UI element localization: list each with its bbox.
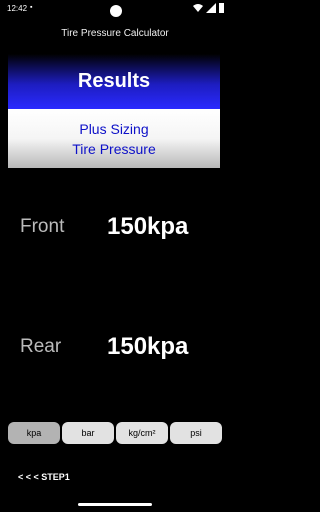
gesture-nav-bar[interactable] — [78, 503, 152, 506]
status-icons — [193, 3, 224, 13]
app-title: Tire Pressure Calculator — [61, 28, 169, 39]
unit-button-kpa[interactable]: kpa — [8, 422, 60, 444]
front-label: Front — [20, 216, 65, 237]
front-value: 150kpa — [107, 213, 189, 240]
front-row: Front 150kpa — [0, 212, 230, 252]
rear-row: Rear 150kpa — [0, 332, 230, 372]
status-time: 12:42 — [7, 4, 28, 13]
results-header: Results — [8, 54, 220, 109]
results-line-plus-sizing: Plus Sizing — [79, 120, 149, 137]
rear-label: Rear — [20, 336, 62, 357]
unit-button-kgcm2[interactable]: kg/cm² — [116, 422, 168, 444]
status-small-icon: ▪ — [30, 4, 33, 11]
step1-back-link[interactable]: < < < STEP1 — [18, 472, 70, 482]
battery-icon — [219, 3, 224, 13]
unit-button-psi[interactable]: psi — [170, 422, 222, 444]
status-bar: 12:42 ▪ — [0, 0, 230, 22]
results-panel: Results Plus Sizing Tire Pressure — [8, 54, 220, 168]
rear-value: 150kpa — [107, 333, 189, 360]
unit-selector: kpa bar kg/cm² psi — [8, 422, 222, 444]
camera-icon — [110, 5, 122, 17]
unit-button-bar[interactable]: bar — [62, 422, 114, 444]
results-body: Plus Sizing Tire Pressure — [8, 109, 220, 168]
wifi-icon — [193, 4, 203, 12]
signal-icon — [206, 3, 216, 13]
results-line-tire-pressure: Tire Pressure — [72, 140, 156, 157]
